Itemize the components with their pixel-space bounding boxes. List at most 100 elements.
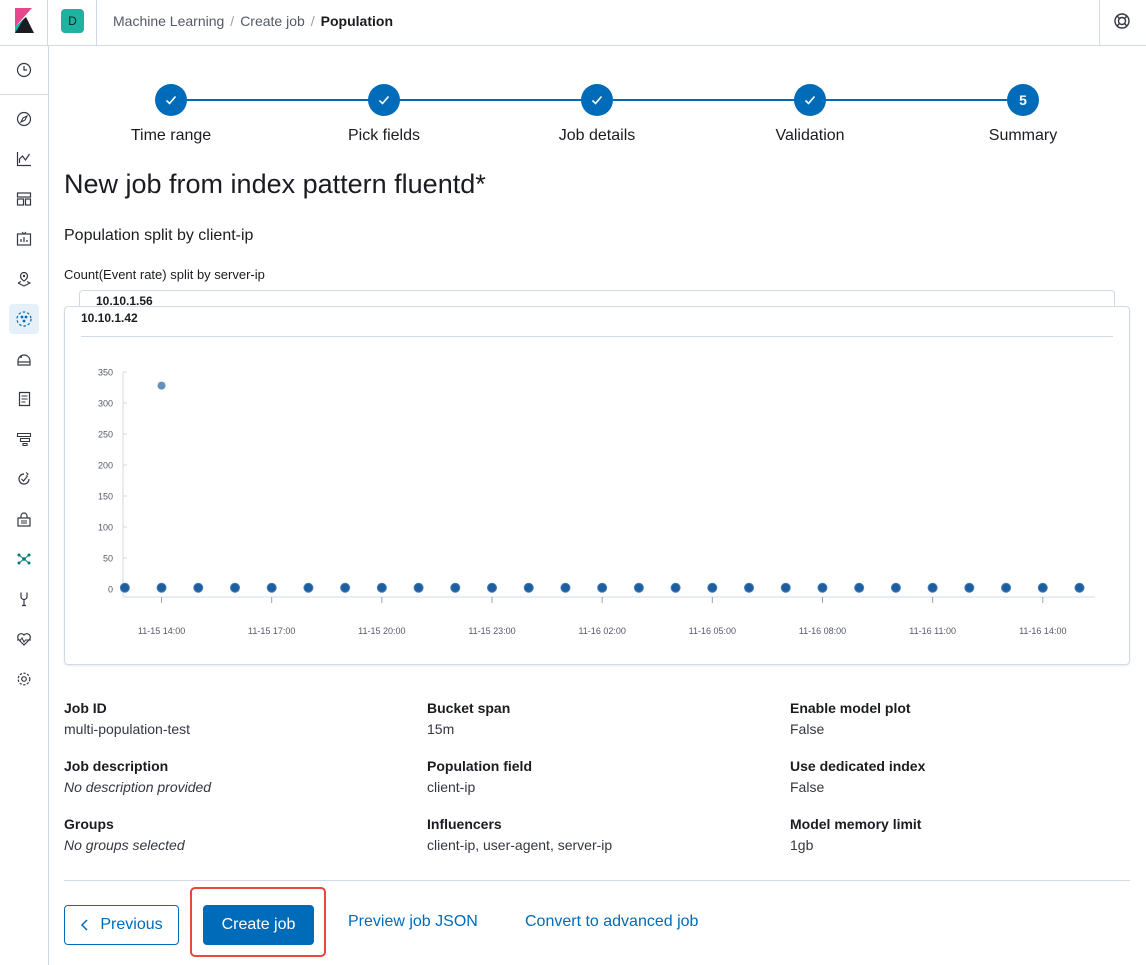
previous-button-label: Previous [100, 916, 163, 933]
detail-key: Groups [64, 816, 114, 832]
top-header: D Machine Learning / Create job / Population [0, 0, 1146, 46]
detail-job-description: Job description No description provided [64, 758, 211, 795]
breadcrumb-separator: / [230, 13, 235, 29]
actions-divider [64, 880, 1130, 881]
check-icon [591, 95, 603, 105]
space-selector[interactable]: D [48, 0, 97, 45]
convert-advanced-job-link[interactable]: Convert to advanced job [525, 913, 698, 931]
detail-key: Population field [427, 758, 532, 774]
detail-dedicated-index: Use dedicated index False [790, 758, 925, 795]
kibana-logo[interactable] [0, 0, 48, 45]
step-time-range[interactable] [155, 84, 187, 116]
data-point [964, 582, 975, 593]
visualize-icon[interactable] [12, 147, 36, 171]
apm-icon[interactable] [12, 427, 36, 451]
breadcrumb-population: Population [320, 13, 393, 29]
logs-icon[interactable] [12, 387, 36, 411]
x-tick-label: 11-16 11:00 [909, 626, 956, 636]
detail-value: No groups selected [64, 837, 185, 853]
step-pick-fields[interactable] [368, 84, 400, 116]
step-validation[interactable] [794, 84, 826, 116]
chevron-left-icon [81, 919, 88, 931]
y-tick-label: 200 [98, 461, 113, 471]
x-tick-label: 11-16 02:00 [578, 626, 625, 636]
side-nav [0, 46, 49, 965]
data-point [597, 582, 608, 593]
machine-learning-icon[interactable] [9, 304, 39, 334]
data-point [927, 582, 938, 593]
breadcrumb-machine-learning[interactable]: Machine Learning [113, 13, 224, 29]
help-icon[interactable] [1100, 0, 1146, 45]
detail-value: multi-population-test [64, 721, 191, 737]
data-point [817, 582, 828, 593]
y-tick-label: 0 [108, 585, 113, 595]
detail-groups: Groups No groups selected [64, 816, 185, 853]
detail-model-memory-limit: Model memory limit 1gb [790, 816, 921, 853]
data-point [303, 582, 314, 593]
x-tick-label: 11-16 14:00 [1019, 626, 1066, 636]
x-tick-label: 11-15 17:00 [248, 626, 295, 636]
breadcrumb: Machine Learning / Create job / Population [113, 13, 393, 29]
data-point [229, 582, 240, 593]
detail-key: Job ID [64, 700, 107, 716]
discover-icon[interactable] [12, 107, 36, 131]
maps-icon[interactable] [12, 267, 36, 291]
previous-button[interactable]: Previous [64, 905, 179, 945]
data-point [376, 582, 387, 593]
detail-value: False [790, 779, 825, 795]
siem-icon[interactable] [12, 507, 36, 531]
data-point [560, 582, 571, 593]
detail-value: 15m [427, 721, 455, 737]
check-icon [378, 95, 390, 105]
infrastructure-icon[interactable] [12, 347, 36, 371]
y-tick-label: 350 [98, 368, 113, 378]
uptime-icon[interactable] [12, 467, 36, 491]
step-job-details[interactable] [581, 84, 613, 116]
dev-tools-icon[interactable] [12, 587, 36, 611]
population-chart: 0 50 100 150 200 250 300 350 11-15 14:00 11-15 17… [98, 368, 1095, 636]
data-point [707, 582, 718, 593]
detail-influencers: Influencers client-ip, user-agent, serve… [427, 816, 612, 853]
dashboard-icon[interactable] [12, 187, 36, 211]
data-point [156, 582, 167, 593]
detail-job-id: Job ID multi-population-test [64, 700, 190, 737]
data-point [193, 582, 204, 593]
preview-job-json-link[interactable]: Preview job JSON [348, 913, 478, 931]
y-tick-label: 100 [98, 523, 113, 533]
data-point [450, 582, 461, 593]
breadcrumb-create-job[interactable]: Create job [240, 13, 305, 29]
monitoring-icon[interactable] [12, 627, 36, 651]
space-avatar[interactable]: D [61, 9, 84, 33]
step-summary[interactable]: 5 [1007, 84, 1039, 116]
detail-value: False [790, 721, 825, 737]
check-icon [165, 95, 177, 105]
detail-key: Bucket span [427, 700, 511, 716]
graph-icon[interactable] [12, 547, 36, 571]
detail-value: No description provided [64, 779, 212, 795]
canvas-icon[interactable] [12, 227, 36, 251]
data-point [890, 582, 901, 593]
breadcrumb-separator: / [310, 13, 315, 29]
detail-key: Model memory limit [790, 816, 922, 832]
create-job-button[interactable]: Create job [203, 905, 314, 945]
data-point [670, 582, 681, 593]
data-point [119, 582, 130, 593]
data-point [266, 582, 277, 593]
step-label-pick-fields[interactable]: Pick fields [294, 127, 474, 145]
detail-key: Use dedicated index [790, 758, 926, 774]
step-label-validation[interactable]: Validation [720, 127, 900, 145]
page-title: New job from index pattern fluentd* [64, 169, 486, 199]
step-label-time-range[interactable]: Time range [81, 127, 261, 145]
data-point [633, 582, 644, 593]
data-point [744, 582, 755, 593]
data-point [523, 582, 534, 593]
population-title: Population split by client-ip [64, 227, 254, 244]
data-point [487, 582, 498, 593]
help-menu-button[interactable] [1099, 0, 1146, 45]
data-point [157, 381, 166, 390]
management-icon[interactable] [12, 667, 36, 691]
clock-icon[interactable] [12, 58, 36, 82]
check-icon [804, 95, 816, 105]
step-label-job-details[interactable]: Job details [507, 127, 687, 145]
y-tick-label: 300 [98, 399, 113, 409]
